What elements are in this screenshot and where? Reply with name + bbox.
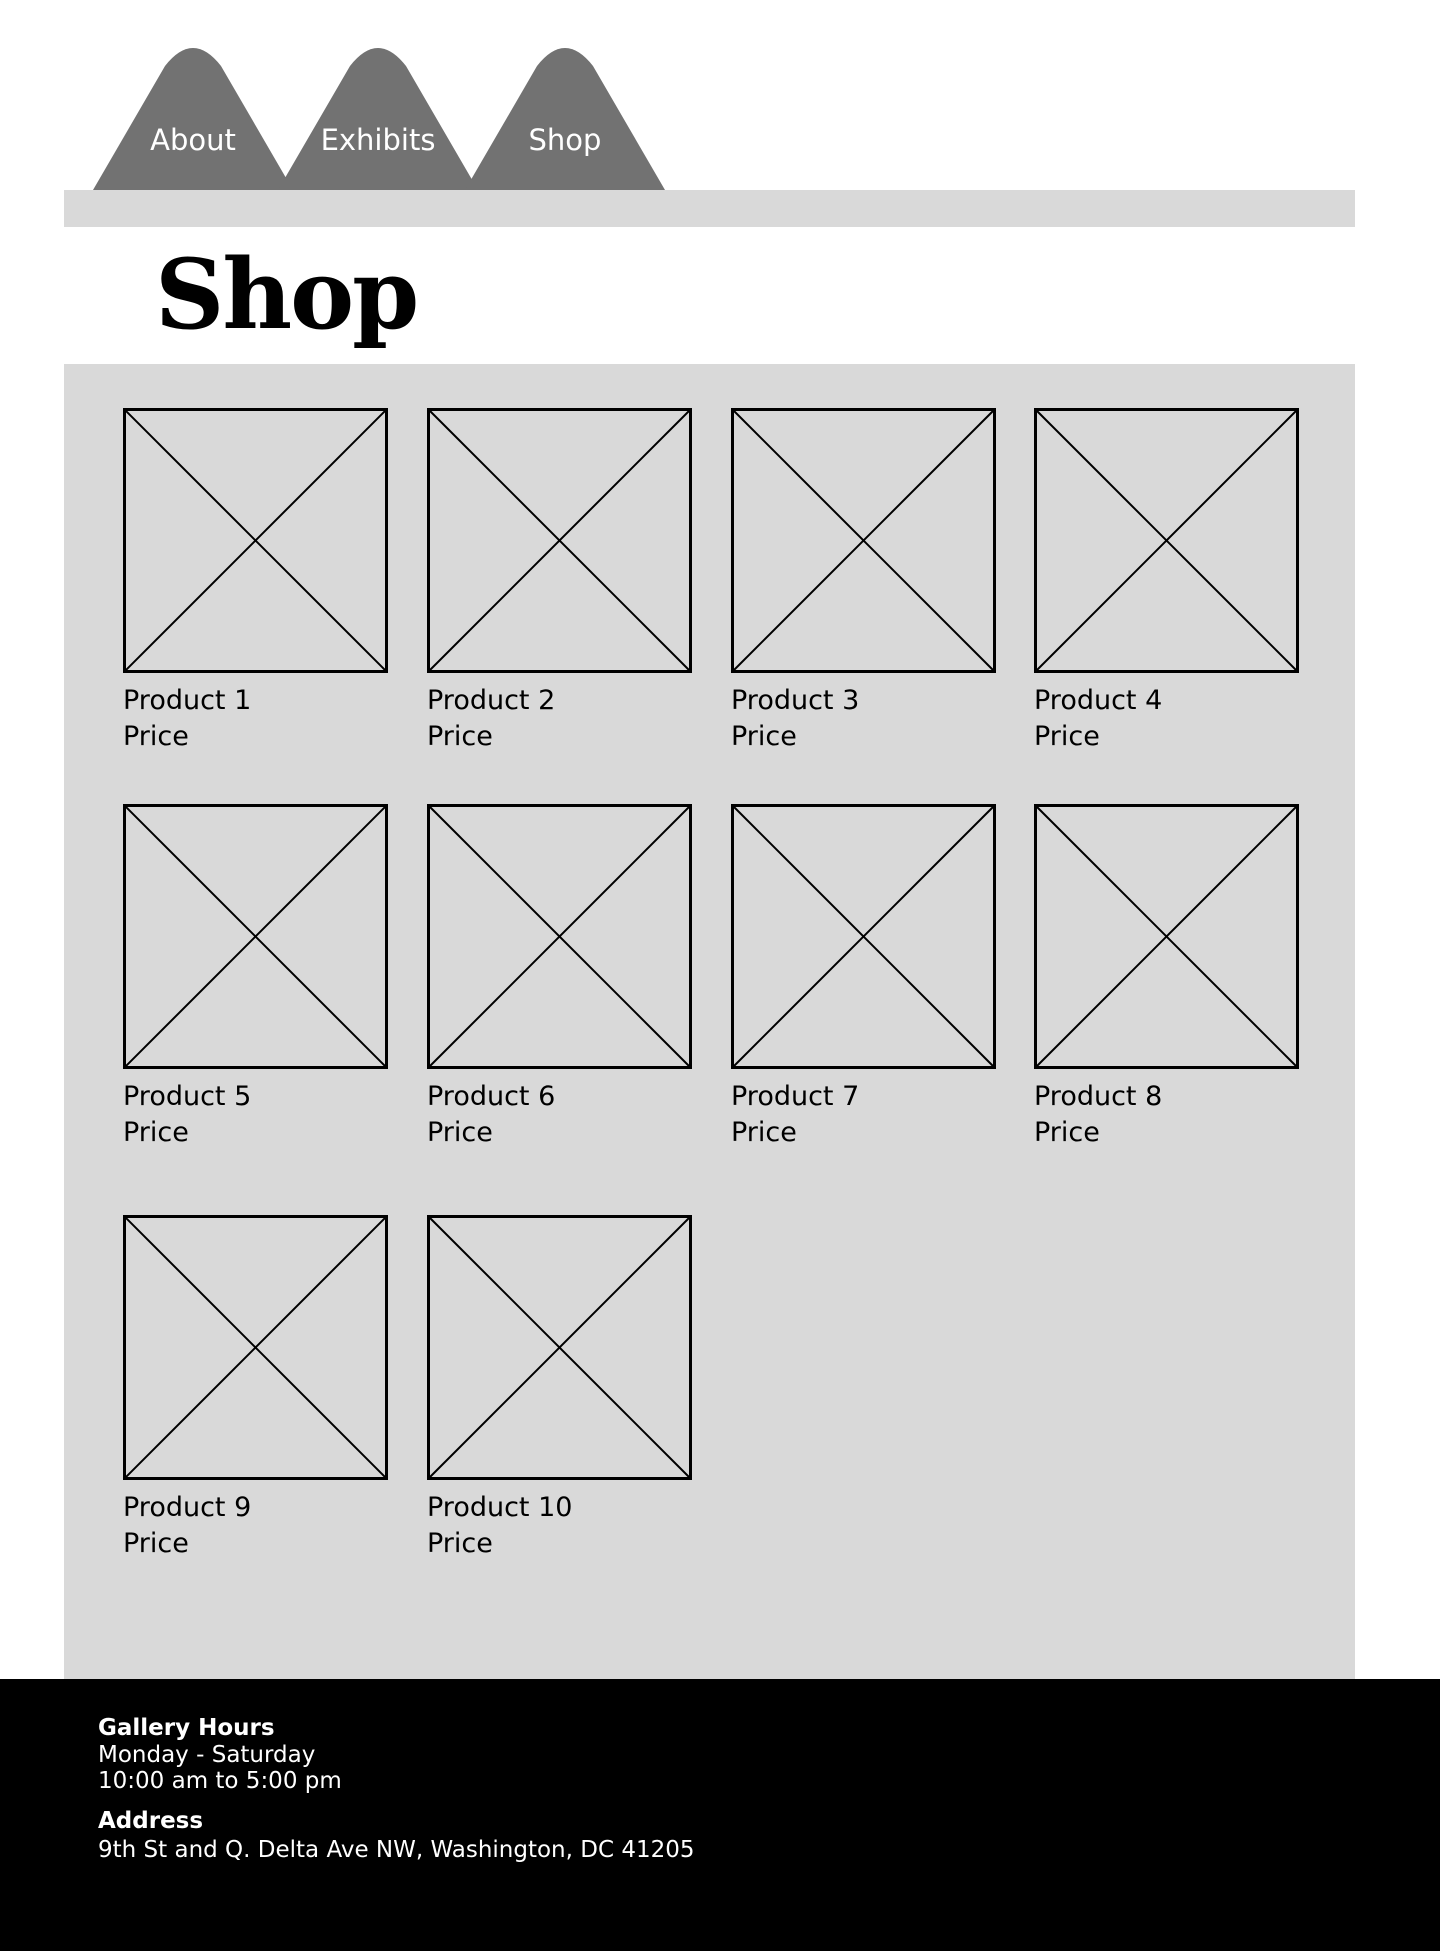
image-placeholder-icon xyxy=(731,408,996,673)
nav-tab-label: About xyxy=(150,123,236,157)
product-card-7[interactable]: Product 7 Price xyxy=(731,804,996,1164)
product-name: Product 10 xyxy=(427,1492,573,1523)
product-card-3[interactable]: Product 3 Price xyxy=(731,408,996,768)
product-price: Price xyxy=(123,1117,189,1148)
product-price: Price xyxy=(427,1528,493,1559)
product-card-9[interactable]: Product 9 Price xyxy=(123,1215,388,1575)
product-price: Price xyxy=(731,721,797,752)
product-price: Price xyxy=(123,1528,189,1559)
tab-shape xyxy=(93,48,293,190)
product-card-8[interactable]: Product 8 Price xyxy=(1034,804,1299,1164)
gallery-hours-heading: Gallery Hours xyxy=(98,1715,275,1741)
product-name: Product 6 xyxy=(427,1081,556,1112)
image-placeholder-icon xyxy=(123,1215,388,1480)
product-card-10[interactable]: Product 10 Price xyxy=(427,1215,692,1575)
image-placeholder-icon xyxy=(1034,804,1299,1069)
product-card-4[interactable]: Product 4 Price xyxy=(1034,408,1299,768)
address-line: 9th St and Q. Delta Ave NW, Washington, … xyxy=(98,1837,695,1863)
nav-underline-bar xyxy=(64,190,1355,227)
tab-shape xyxy=(278,48,478,190)
nav-tab-exhibits[interactable]: Exhibits xyxy=(278,48,478,190)
product-card-2[interactable]: Product 2 Price xyxy=(427,408,692,768)
image-placeholder-icon xyxy=(123,408,388,673)
nav-tab-label: Shop xyxy=(528,123,602,157)
product-name: Product 4 xyxy=(1034,685,1163,716)
product-name: Product 7 xyxy=(731,1081,860,1112)
image-placeholder-icon xyxy=(427,1215,692,1480)
product-price: Price xyxy=(1034,1117,1100,1148)
product-name: Product 5 xyxy=(123,1081,252,1112)
image-placeholder-icon xyxy=(1034,408,1299,673)
product-grid: Product 1 Price Product 2 Price Product … xyxy=(64,364,1355,1679)
image-placeholder-icon xyxy=(427,804,692,1069)
product-card-1[interactable]: Product 1 Price xyxy=(123,408,388,768)
image-placeholder-icon xyxy=(427,408,692,673)
product-name: Product 1 xyxy=(123,685,252,716)
product-card-5[interactable]: Product 5 Price xyxy=(123,804,388,1164)
product-price: Price xyxy=(1034,721,1100,752)
product-card-6[interactable]: Product 6 Price xyxy=(427,804,692,1164)
product-name: Product 9 xyxy=(123,1492,252,1523)
nav-tab-label: Exhibits xyxy=(320,123,436,157)
product-price: Price xyxy=(427,1117,493,1148)
image-placeholder-icon xyxy=(731,804,996,1069)
product-name: Product 2 xyxy=(427,685,556,716)
page-title: Shop xyxy=(155,238,419,351)
address-heading: Address xyxy=(98,1808,204,1834)
gallery-hours-days: Monday - Saturday xyxy=(98,1742,316,1768)
nav-tab-shop[interactable]: Shop xyxy=(465,48,665,190)
product-name: Product 3 xyxy=(731,685,860,716)
product-name: Product 8 xyxy=(1034,1081,1163,1112)
product-price: Price xyxy=(731,1117,797,1148)
gallery-hours-time: 10:00 am to 5:00 pm xyxy=(98,1768,342,1794)
image-placeholder-icon xyxy=(123,804,388,1069)
footer: Gallery Hours Monday - Saturday 10:00 am… xyxy=(0,1679,1440,1951)
product-price: Price xyxy=(123,721,189,752)
product-price: Price xyxy=(427,721,493,752)
tab-shape xyxy=(465,48,665,190)
top-navigation: About Exhibits Shop xyxy=(0,0,1440,190)
nav-tab-about[interactable]: About xyxy=(93,48,293,190)
